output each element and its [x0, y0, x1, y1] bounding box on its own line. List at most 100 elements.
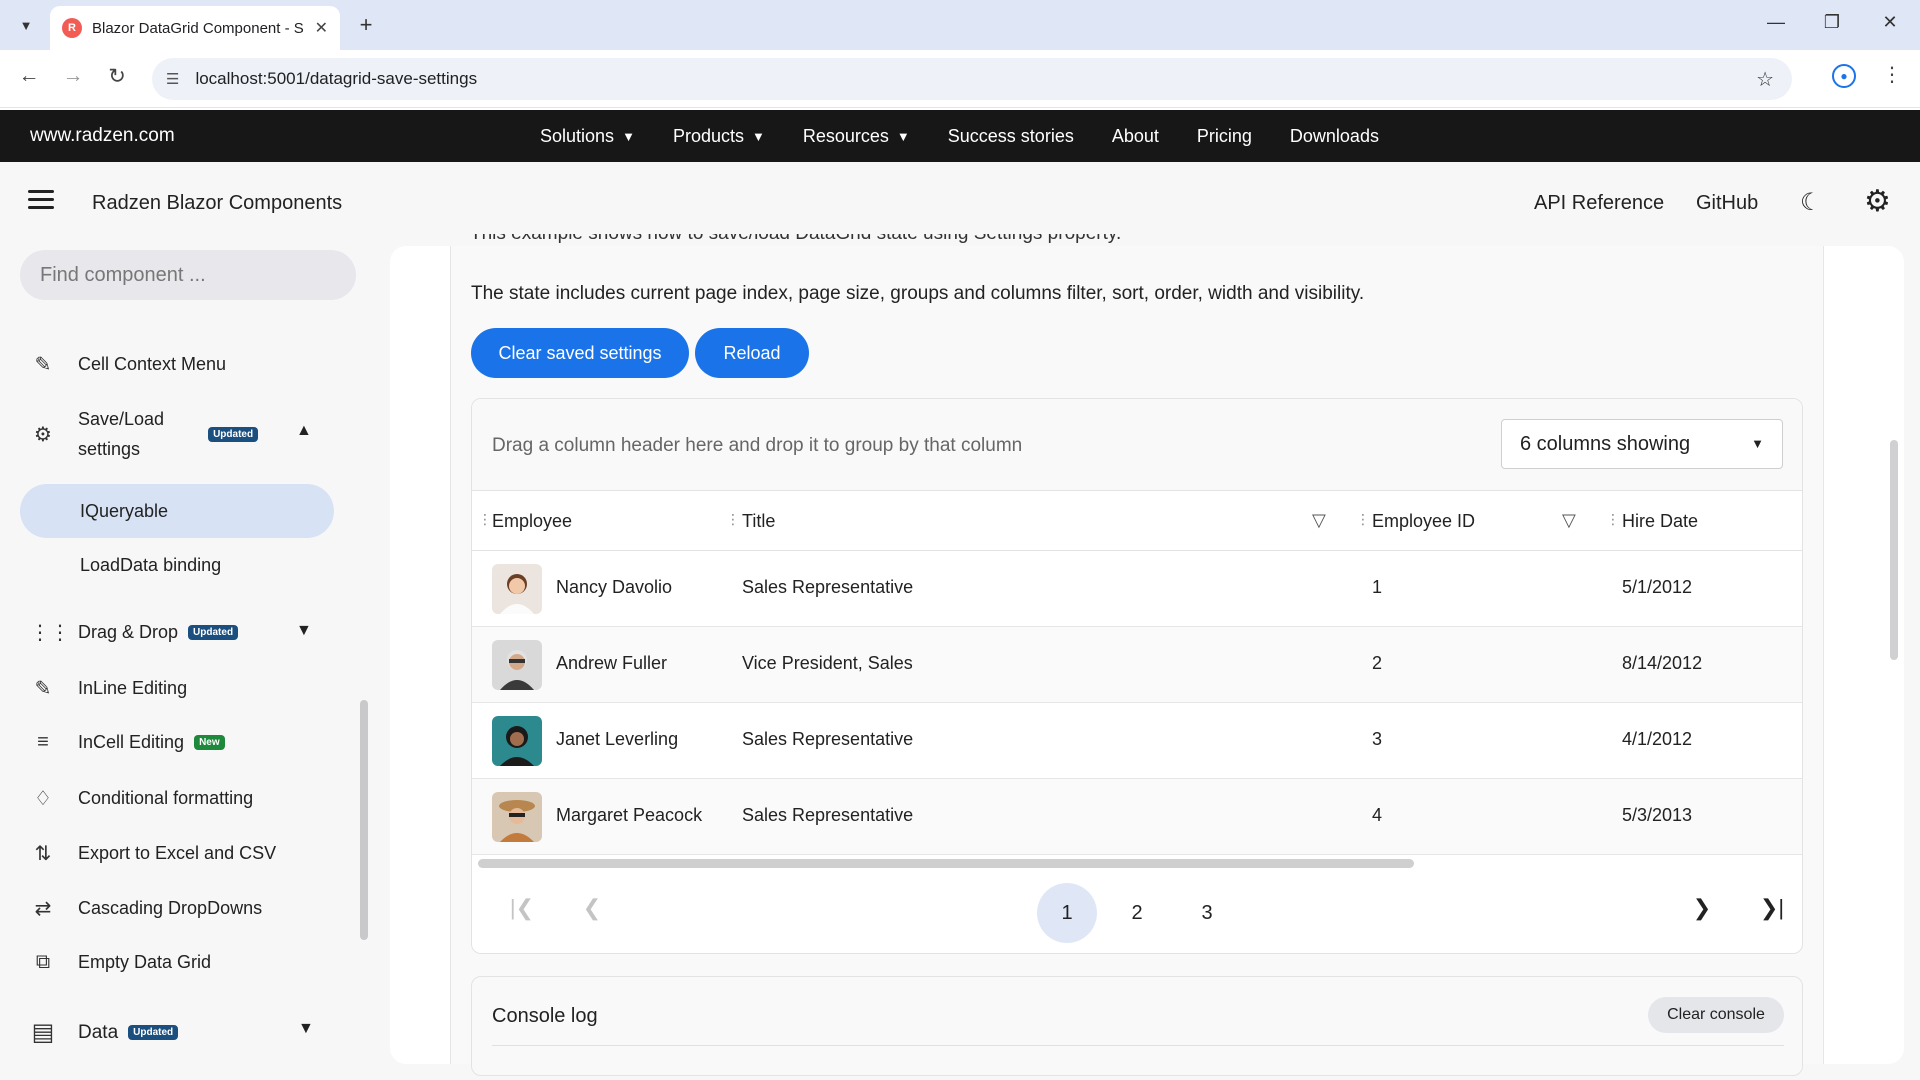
profile-icon[interactable]: ● — [1832, 64, 1856, 88]
main-scrollbar[interactable] — [1890, 440, 1898, 660]
cell-employee-name: Nancy Davolio — [556, 577, 673, 597]
updated-badge: Updated — [128, 1025, 179, 1040]
cell-employee-name: Andrew Fuller — [556, 653, 668, 673]
next-page-icon[interactable]: ❯ — [1682, 895, 1722, 921]
menu-success-stories[interactable]: Success stories — [948, 126, 1074, 147]
cell-employee-id: 2 — [1372, 653, 1383, 673]
sidebar-item-conditional-formatting[interactable]: ♢ Conditional formatting — [30, 786, 253, 811]
cell-hire-date: 8/14/2012 — [1622, 653, 1703, 673]
sidebar-item-label: Conditional formatting — [78, 788, 254, 808]
page-button-1[interactable]: 1 — [1037, 883, 1097, 943]
sidebar-item-export[interactable]: ⇅ Export to Excel and CSV — [30, 841, 277, 866]
reload-icon[interactable]: ↻ — [102, 64, 132, 89]
sidebar-item-label: Data — [78, 1021, 119, 1043]
group-drop-area[interactable]: Drag a column header here and drop it to… — [472, 399, 1802, 491]
tab-search-chevron-icon[interactable]: ▼ — [10, 10, 42, 40]
cell-hire-date: 5/1/2012 — [1622, 577, 1693, 597]
page-button-3[interactable]: 3 — [1177, 883, 1237, 943]
grid-header-row: ⋮ Employee ⋮ Title ▽ ⋮ Employee ID ▽ ⋮ H… — [472, 491, 1802, 551]
column-resize-handle-icon[interactable]: ⋮ — [1356, 511, 1370, 528]
table-row[interactable]: Nancy Davolio Sales Representative 1 5/1… — [472, 551, 1802, 627]
back-arrow-icon[interactable]: ← — [14, 64, 44, 88]
sidebar-item-drag-drop[interactable]: ⋮⋮ Drag & Drop Updated — [30, 620, 239, 645]
tab-title: Blazor DataGrid Component - S — [92, 19, 304, 37]
find-component-input[interactable]: Find component ... — [20, 250, 356, 300]
horizontal-scrollbar[interactable] — [478, 859, 1414, 868]
address-bar[interactable]: ☰ localhost:5001/datagrid-save-settings … — [152, 58, 1792, 100]
column-picker-dropdown[interactable]: 6 columns showing ▼ — [1501, 419, 1783, 469]
window-close-icon[interactable]: ✕ — [1870, 12, 1910, 33]
clear-saved-settings-button[interactable]: Clear saved settings — [471, 328, 689, 378]
cell-hire-date: 4/1/2012 — [1622, 729, 1693, 749]
page-button-2[interactable]: 2 — [1107, 883, 1167, 943]
column-resize-handle-icon[interactable]: ⋮ — [726, 511, 740, 528]
label-line: Save/Load — [78, 409, 165, 429]
filter-funnel-icon[interactable]: ▽ — [1562, 510, 1576, 531]
cell-employee-id: 1 — [1372, 577, 1383, 597]
header-employee[interactable]: Employee — [492, 511, 572, 532]
forward-arrow-icon[interactable]: → — [58, 64, 88, 88]
sidebar-item-cell-context-menu[interactable]: ✎ Cell Context Menu — [30, 352, 226, 377]
table-row[interactable]: Andrew Fuller Vice President, Sales 2 8/… — [472, 627, 1802, 703]
api-reference-link[interactable]: API Reference — [1534, 192, 1664, 215]
sidebar: Find component ... ✎ Cell Context Menu ⚙… — [0, 246, 382, 1080]
column-resize-handle-icon[interactable]: ⋮ — [1606, 511, 1620, 528]
settings-gear-icon[interactable]: ⚙ — [1864, 184, 1891, 219]
hamburger-menu-icon[interactable] — [28, 190, 54, 210]
chevron-down-icon[interactable]: ▼ — [296, 622, 312, 640]
github-link[interactable]: GitHub — [1696, 192, 1758, 215]
browser-toolbar: ← → ↻ ☰ localhost:5001/datagrid-save-set… — [0, 50, 1920, 108]
sidebar-item-label: Drag & Drop — [78, 622, 179, 642]
menu-products[interactable]: Products ▼ — [673, 126, 765, 147]
avatar — [492, 564, 542, 614]
pencil-icon: ✎ — [34, 354, 52, 376]
restore-icon[interactable]: ❐ — [1812, 12, 1852, 33]
sidebar-item-incell-editing[interactable]: ≡ InCell Editing New — [30, 731, 225, 754]
menu-resources[interactable]: Resources ▼ — [803, 126, 910, 147]
new-tab-plus-icon[interactable]: + — [352, 12, 380, 38]
clear-console-button[interactable]: Clear console — [1648, 997, 1784, 1033]
minimize-icon[interactable]: — — [1756, 12, 1796, 33]
sidebar-item-empty-data-grid[interactable]: ⧉ Empty Data Grid — [30, 951, 211, 974]
menu-pricing[interactable]: Pricing — [1197, 126, 1252, 147]
header-title[interactable]: Title — [742, 511, 775, 532]
first-page-icon[interactable]: |❮ — [502, 895, 542, 921]
tab-close-icon[interactable]: ✕ — [315, 18, 328, 38]
browser-menu-icon[interactable]: ⋮ — [1882, 62, 1902, 87]
avatar — [492, 716, 542, 766]
header-hire-date[interactable]: Hire Date — [1622, 511, 1698, 532]
bookmark-star-icon[interactable]: ☆ — [1756, 67, 1774, 92]
menu-downloads[interactable]: Downloads — [1290, 126, 1379, 147]
reload-button[interactable]: Reload — [695, 328, 809, 378]
sidebar-item-cascading-dropdowns[interactable]: ⇄ Cascading DropDowns — [30, 896, 262, 921]
sidebar-subitem-loaddata-binding[interactable]: LoadData binding — [20, 538, 334, 592]
chevron-down-icon: ▼ — [751, 128, 765, 144]
swap-vert-icon: ⇅ — [34, 843, 52, 865]
sidebar-item-data[interactable]: ▤ Data Updated — [30, 1018, 179, 1047]
sidebar-item-save-load-settings[interactable]: ⚙ Save/Load settings Updated — [30, 404, 259, 464]
menu-about[interactable]: About — [1112, 126, 1159, 147]
table-row[interactable]: Margaret Peacock Sales Representative 4 … — [472, 779, 1802, 855]
chevron-up-icon[interactable]: ▲ — [296, 422, 312, 440]
console-divider — [492, 1045, 1784, 1046]
console-log-panel: Console log Clear console — [471, 976, 1803, 1076]
sidebar-item-label: InLine Editing — [78, 678, 188, 698]
site-brand-link[interactable]: www.radzen.com — [30, 125, 175, 147]
site-info-icon[interactable]: ☰ — [166, 70, 179, 88]
header-employee-id[interactable]: Employee ID — [1372, 511, 1475, 532]
sidebar-scrollbar[interactable] — [360, 700, 368, 940]
last-page-icon[interactable]: ❯| — [1752, 895, 1792, 921]
chevron-down-icon[interactable]: ▼ — [298, 1020, 314, 1038]
pencil-icon: ✎ — [34, 678, 52, 700]
table-row[interactable]: Janet Leverling Sales Representative 3 4… — [472, 703, 1802, 779]
previous-page-icon[interactable]: ❮ — [572, 895, 612, 921]
browser-tab[interactable]: R Blazor DataGrid Component - S ✕ — [50, 6, 340, 50]
dark-mode-moon-icon[interactable]: ☾ — [1800, 188, 1822, 217]
cell-title: Sales Representative — [742, 577, 914, 597]
column-resize-handle-icon[interactable]: ⋮ — [478, 511, 492, 528]
filter-funnel-icon[interactable]: ▽ — [1312, 510, 1326, 531]
sidebar-subitem-iqueryable[interactable]: IQueryable — [20, 484, 334, 538]
sidebar-item-inline-editing[interactable]: ✎ InLine Editing — [30, 676, 187, 701]
format-paint-icon: ♢ — [34, 788, 52, 810]
menu-solutions[interactable]: Solutions ▼ — [540, 126, 635, 147]
